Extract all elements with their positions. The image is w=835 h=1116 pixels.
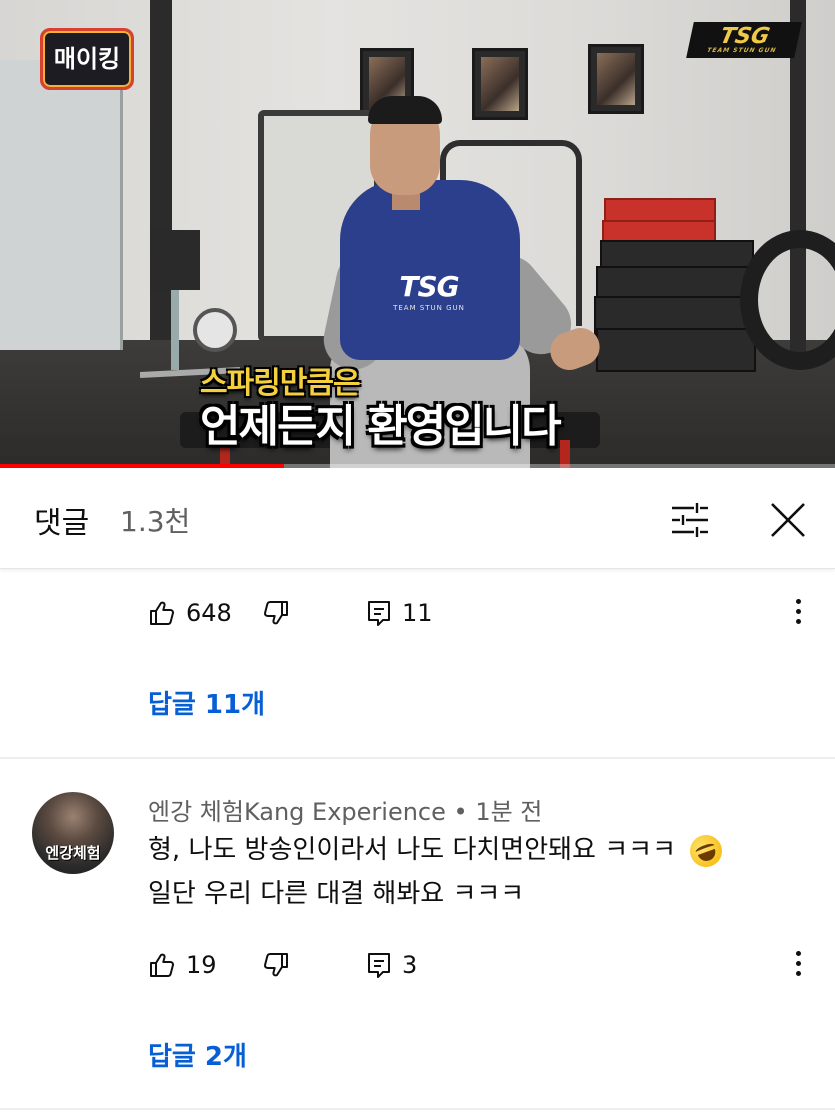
more-vert-icon	[786, 599, 810, 624]
plyo-box	[596, 328, 756, 372]
like-count: 19	[186, 951, 217, 979]
comments-count: 1.3천	[120, 505, 191, 538]
more-options-button[interactable]	[786, 946, 810, 986]
meta-separator: •	[453, 798, 476, 826]
filter-sliders-icon	[672, 503, 708, 537]
close-icon	[771, 503, 805, 537]
reply-button[interactable]: 11	[366, 588, 433, 638]
thumbs-up-icon	[150, 601, 174, 625]
thumbs-up-icon	[150, 953, 174, 977]
dislike-button[interactable]	[262, 940, 290, 990]
comments-title: 댓글	[34, 506, 90, 541]
shirt-logo-subtext: TEAM STUN GUN	[393, 304, 465, 312]
brand-logo-text: TSG	[717, 24, 772, 49]
comment-time: 1분 전	[475, 798, 543, 826]
comment-text-line-1: 형, 나도 방송인이라서 나도 다치면안돼요 ㅋㅋㅋ	[148, 829, 727, 872]
like-count: 648	[186, 599, 232, 627]
comment-text-line-2: 일단 우리 다른 대결 해봐요 ㅋㅋㅋ	[148, 879, 525, 909]
comments-header: 댓글 1.3천	[0, 470, 835, 569]
wall-poster	[472, 48, 528, 120]
video-progress-bar[interactable]	[0, 464, 835, 468]
brand-logo-subtext: TEAM STUN GUN	[706, 47, 778, 54]
like-button[interactable]: 19	[148, 940, 217, 990]
channel-logo: 매이킹	[40, 28, 134, 90]
view-replies-link[interactable]: 답글 11개	[148, 684, 265, 721]
like-button[interactable]: 648	[148, 588, 232, 638]
more-options-button[interactable]	[786, 594, 810, 634]
reply-button[interactable]: 3	[366, 940, 417, 990]
comment-author[interactable]: 엔강 체험Kang Experience	[148, 798, 446, 826]
thumbs-down-icon	[264, 953, 288, 977]
subtitle-line-2: 언제든지 환영입니다	[200, 401, 562, 452]
shirt-logo-text: TSG	[399, 270, 459, 303]
thumbs-down-icon	[264, 601, 288, 625]
rolling-laughing-emoji-icon	[685, 829, 727, 872]
comment-actions: 648 11	[0, 588, 835, 638]
person-hair	[368, 96, 442, 124]
comment-actions: 19 3	[0, 940, 835, 990]
more-vert-icon	[786, 951, 810, 976]
dislike-button[interactable]	[262, 588, 290, 638]
sort-filter-button[interactable]	[668, 500, 712, 540]
wall-poster	[588, 44, 644, 114]
avatar-text: 엔강체험	[45, 844, 101, 862]
channel-logo-text: 매이킹	[53, 45, 121, 73]
reply-count: 11	[402, 599, 433, 627]
brand-logo: TSG TEAM STUN GUN	[686, 22, 802, 58]
reply-count: 3	[402, 951, 418, 979]
video-progress-fill	[0, 464, 284, 468]
comment-meta: 엔강 체험Kang Experience • 1분 전	[148, 792, 542, 827]
view-replies-link[interactable]: 답글 2개	[148, 1036, 247, 1073]
video-player[interactable]: TSG TEAM STUN GUN 매이킹 TSG TEAM STUN GUN …	[0, 0, 835, 468]
comment-divider	[0, 757, 835, 759]
comment-text: 형, 나도 방송인이라서 나도 다치면안돼요 ㅋㅋㅋ	[148, 835, 676, 865]
avatar[interactable]: 엔강체험	[32, 792, 114, 874]
close-button[interactable]	[766, 498, 810, 542]
comment-divider	[0, 1108, 835, 1110]
comment-reply-icon	[368, 601, 390, 626]
door	[0, 60, 123, 350]
comment-reply-icon	[368, 953, 390, 978]
